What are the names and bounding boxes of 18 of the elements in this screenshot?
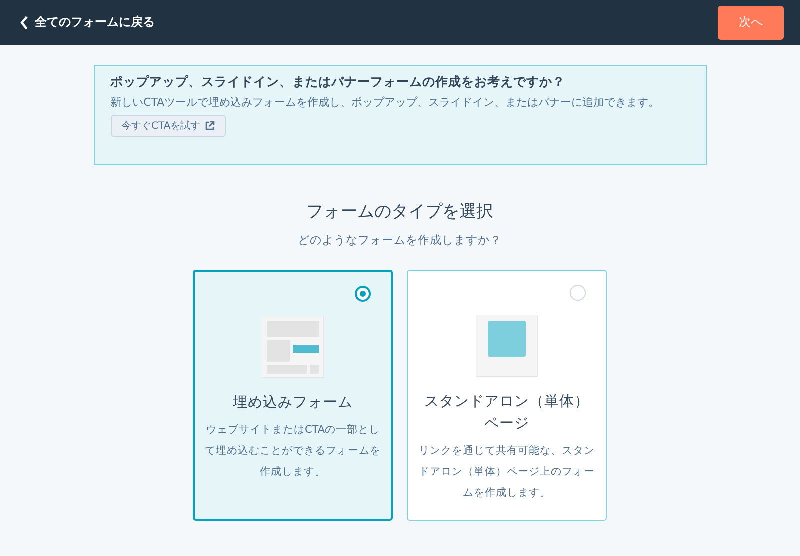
banner-title: ポップアップ、スライドイン、またはバナーフォームの作成をお考えですか？ <box>110 73 566 91</box>
try-cta-button[interactable]: 今すぐCTAを試す <box>110 115 226 137</box>
page-heading: フォームのタイプを選択 <box>306 201 494 223</box>
external-link-icon <box>204 121 215 131</box>
banner-text: 新しいCTAツールで埋め込みフォームを作成し、ポップアップ、スライドイン、またはバナーに追加できます。 <box>110 95 661 111</box>
radio-button[interactable] <box>355 286 371 302</box>
option-title: スタンドアロン（単体）ページ <box>424 393 590 434</box>
option-card[interactable]: 埋め込みフォーム ウェブサイトまたはCTAの一部として埋め込むことができるフォームを作成します。 <box>193 270 393 521</box>
option-description: リンクを通じて共有可能な、スタンドアロン（単体）ページ上のフォームを作成します。 <box>419 444 595 501</box>
chevron-left-icon <box>20 16 29 30</box>
option-card[interactable]: スタンドアロン（単体）ページ リンクを通じて共有可能な、スタンドアロン（単体）ページ上のフォームを作成します。 <box>407 270 607 521</box>
radio-button[interactable] <box>570 285 586 301</box>
option-title: 埋め込みフォーム <box>233 394 353 413</box>
embedded-form-icon <box>262 316 324 378</box>
page-subheading: どのようなフォームを作成しますか？ <box>298 233 502 248</box>
back-link[interactable]: 全てのフォームに戻る <box>20 14 155 31</box>
standalone-page-icon <box>476 315 538 377</box>
option-description: ウェブサイトまたはCTAの一部として埋め込むことができるフォームを作成します。 <box>205 423 381 480</box>
